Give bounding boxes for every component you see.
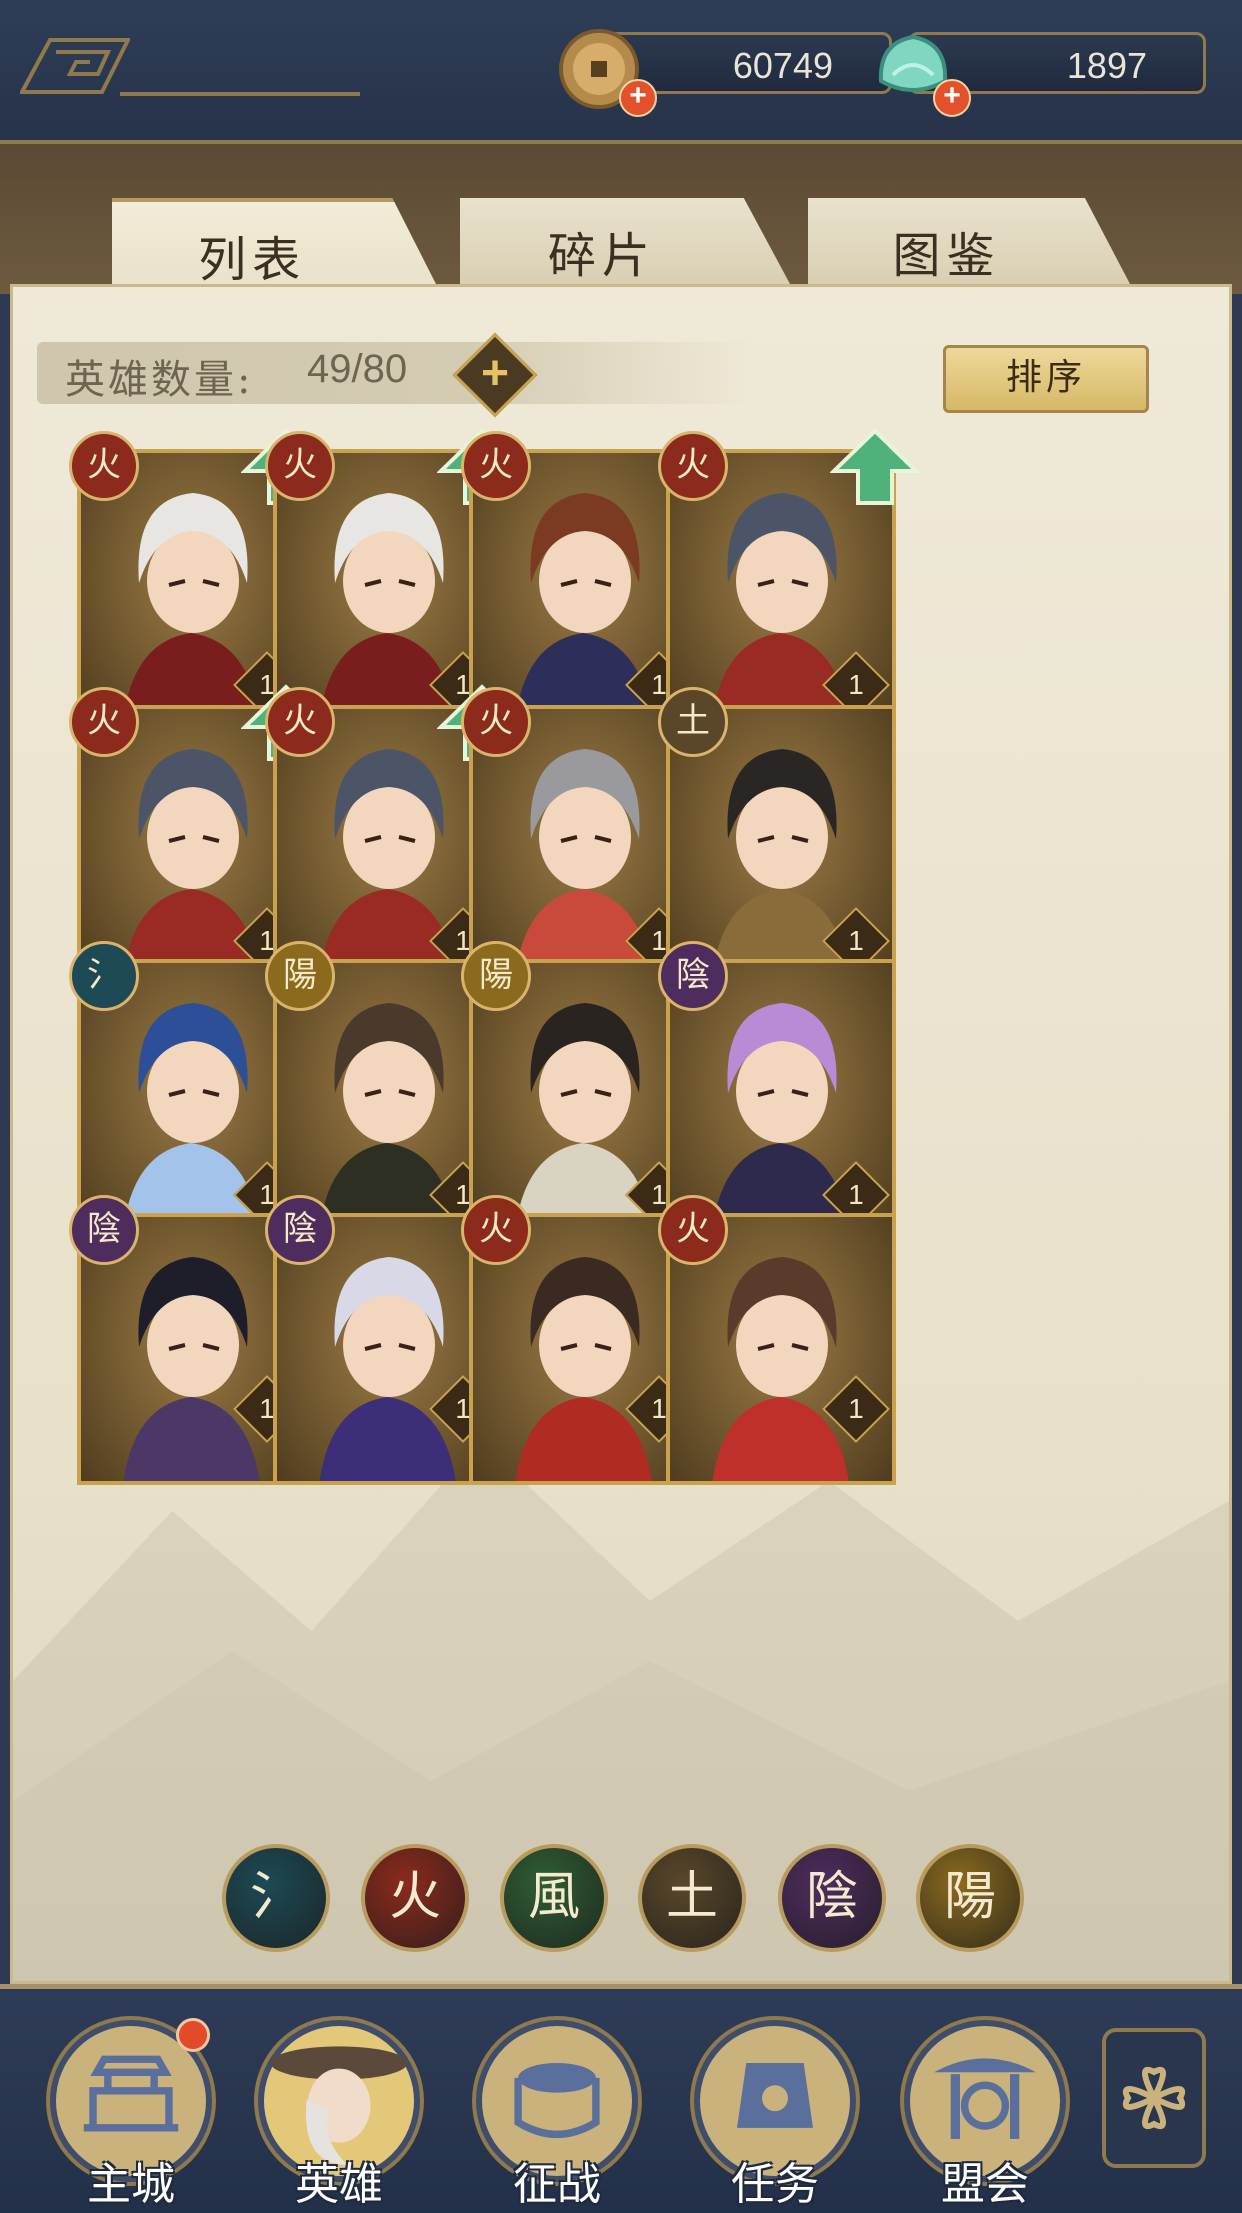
hero-count-value: 49/80: [307, 347, 408, 391]
tab-label: 图鉴: [892, 228, 1001, 284]
element-badge-fire: 火: [69, 431, 139, 501]
jade-counter[interactable]: + 1897: [878, 32, 1206, 117]
nav-guild[interactable]: 盟会: [904, 2020, 1074, 2210]
nav-heroes[interactable]: 英雄: [258, 2020, 428, 2210]
element-badge-yang: 陽: [265, 941, 335, 1011]
hero-level: 1: [848, 1393, 864, 1424]
sort-button[interactable]: 排序: [943, 345, 1149, 413]
nav-label: 英雄: [295, 2159, 383, 2210]
hero-count-label: 英雄数量:: [65, 357, 254, 403]
more-menu-button[interactable]: [1102, 2028, 1206, 2168]
hero-level: 1: [848, 925, 864, 956]
element-badge-earth: 土: [658, 687, 728, 757]
element-badge-yin: 陰: [265, 1195, 335, 1265]
nav-label: 主城: [87, 2159, 175, 2210]
element-badge-fire: 火: [461, 431, 531, 501]
coin-counter[interactable]: + 60749: [559, 29, 892, 117]
filter-earth[interactable]: 土: [638, 1844, 746, 1952]
decorative-line: [120, 92, 360, 96]
filter-fire[interactable]: 火: [361, 1844, 469, 1952]
nav-label: 征战: [513, 2159, 601, 2210]
element-badge-yin: 陰: [69, 1195, 139, 1265]
flower-menu-icon: [1122, 2066, 1186, 2130]
nav-quests[interactable]: 任务: [694, 2020, 864, 2210]
filter-water[interactable]: 氵: [222, 1844, 330, 1952]
element-badge-fire: 火: [658, 1195, 728, 1265]
element-badge-yin: 陰: [658, 941, 728, 1011]
notification-dot: [176, 2018, 210, 2052]
pattern-logo-icon: [20, 38, 130, 94]
hero-list-panel: 英雄数量: 49/80 + 排序 1火1火1火1火1火1火1火1土1氵1陽1陽1…: [10, 284, 1232, 1984]
hero-level: 1: [848, 1179, 864, 1210]
element-badge-fire: 火: [265, 687, 335, 757]
nav-campaign[interactable]: 征战: [476, 2020, 646, 2210]
tab-codex[interactable]: 图鉴: [808, 198, 1130, 284]
add-jade-button[interactable]: +: [933, 79, 971, 117]
nav-label: 任务: [731, 2159, 819, 2210]
filter-wind[interactable]: 風: [500, 1844, 608, 1952]
element-badge-yang: 陽: [461, 941, 531, 1011]
element-badge-water: 氵: [69, 941, 139, 1011]
element-badge-fire: 火: [658, 431, 728, 501]
element-badge-fire: 火: [69, 687, 139, 757]
tab-label: 列表: [198, 232, 307, 288]
add-coins-button[interactable]: +: [619, 79, 657, 117]
top-bar: + 60749 + 1897: [0, 0, 1242, 144]
jade-amount: 1897: [1066, 45, 1147, 86]
tab-list[interactable]: 列表: [112, 198, 438, 288]
filter-yin[interactable]: 陰: [778, 1844, 886, 1952]
coin-amount: 60749: [732, 45, 833, 86]
filter-yang[interactable]: 陽: [916, 1844, 1024, 1952]
nav-label: 盟会: [941, 2159, 1029, 2210]
upgrade-arrow-icon: [830, 428, 920, 505]
tab-label: 碎片: [547, 228, 656, 284]
element-badge-fire: 火: [461, 687, 531, 757]
element-badge-fire: 火: [265, 431, 335, 501]
plus-icon: +: [480, 347, 510, 400]
element-badge-fire: 火: [461, 1195, 531, 1265]
tab-fragments[interactable]: 碎片: [460, 198, 790, 284]
hero-level: 1: [848, 669, 864, 700]
